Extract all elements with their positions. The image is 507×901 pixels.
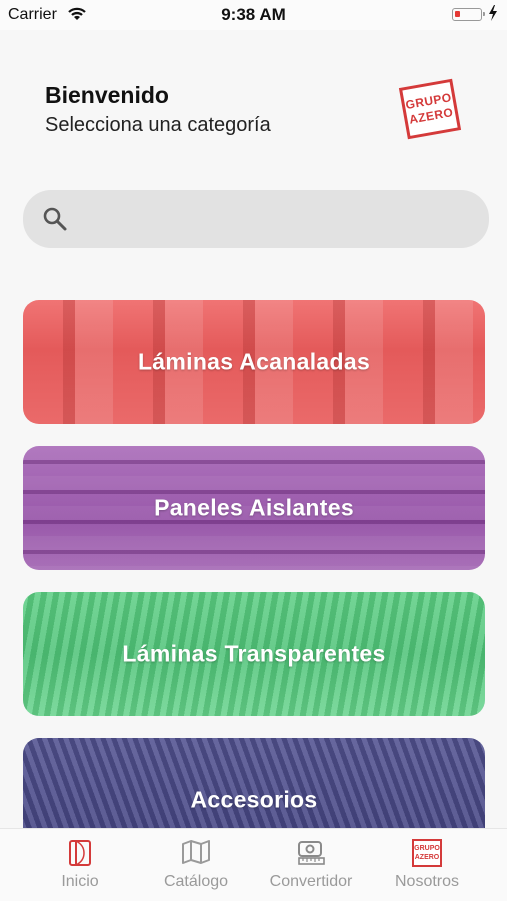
home-page-icon <box>69 840 91 866</box>
tab-convertidor[interactable]: Convertidor <box>248 829 374 901</box>
bottom-tab-bar: Inicio Catálogo Convertidor GRUPO AZERO … <box>0 828 507 901</box>
charging-bolt-icon <box>489 5 497 21</box>
tab-catalogo[interactable]: Catálogo <box>133 829 259 901</box>
grupo-azero-logo: GRUPO AZERO <box>398 78 462 140</box>
map-icon <box>182 840 210 864</box>
search-input[interactable] <box>23 190 489 248</box>
category-card-label: Paneles Aislantes <box>154 494 354 521</box>
category-card-paneles-aislantes[interactable]: Paneles Aislantes <box>23 446 485 570</box>
welcome-subtitle: Selecciona una categoría <box>45 114 271 136</box>
category-card-label: Láminas Transparentes <box>122 640 386 667</box>
tab-inicio[interactable]: Inicio <box>17 829 143 901</box>
tab-label: Convertidor <box>269 873 353 890</box>
welcome-title: Bienvenido <box>45 82 169 108</box>
tab-label: Inicio <box>61 873 99 890</box>
category-card-label: Láminas Acanaladas <box>137 348 371 375</box>
status-bar: Carrier 9:38 AM <box>0 0 507 30</box>
tape-measure-icon <box>298 841 325 865</box>
tab-label: Nosotros <box>394 873 460 890</box>
grupo-azero-logo-icon: GRUPO AZERO <box>412 839 442 867</box>
category-card-label: Accesorios <box>190 786 318 813</box>
category-card-laminas-acanaladas[interactable]: Láminas Acanaladas <box>23 300 485 424</box>
clock: 9:38 AM <box>221 5 286 24</box>
tab-nosotros[interactable]: GRUPO AZERO Nosotros <box>364 829 490 901</box>
category-card-laminas-transparentes[interactable]: Láminas Transparentes <box>23 592 485 716</box>
tab-label: Catálogo <box>163 873 229 890</box>
battery-icon <box>452 8 485 21</box>
search-icon <box>43 207 67 231</box>
